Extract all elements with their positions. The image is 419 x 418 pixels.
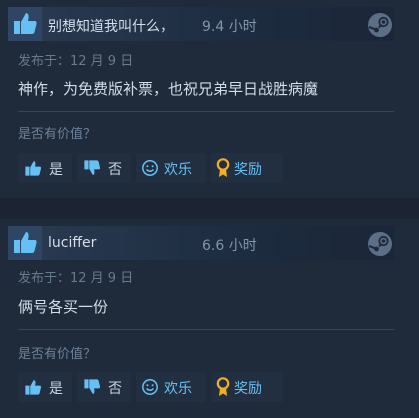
recommended-badge: [8, 7, 42, 41]
reviewer-name[interactable]: luciffer: [48, 235, 96, 251]
steam-logo-icon: [368, 13, 392, 37]
vote-no-label: 否: [108, 162, 122, 178]
steam-logo-icon: [368, 232, 392, 256]
vote-yes-label: 是: [49, 381, 63, 397]
award-button[interactable]: 奖励: [211, 372, 283, 402]
vote-no-button[interactable]: 否: [77, 372, 131, 402]
review-header[interactable]: luciffer 6.6 小时: [8, 226, 394, 260]
review-header[interactable]: 别想知道我叫什么， 9.4 小时: [8, 7, 394, 41]
award-icon: [216, 377, 230, 396]
playtime-hours: 6.6 小时: [202, 238, 257, 254]
vote-funny-button[interactable]: 欢乐: [136, 372, 206, 402]
vote-no-label: 否: [108, 381, 122, 397]
post-date: 发布于：12 月 9 日: [18, 271, 134, 286]
review-card: 别想知道我叫什么， 9.4 小时 发布于：12 月 9 日 神作，为免费版补票，…: [0, 0, 419, 198]
reviews-page: 别想知道我叫什么， 9.4 小时 发布于：12 月 9 日 神作，为免费版补票，…: [0, 0, 419, 418]
thumbs-up-icon: [25, 161, 42, 176]
divider: [18, 329, 394, 330]
smiley-icon: [142, 379, 158, 395]
thumbs-up-icon: [14, 13, 37, 34]
review-body: 俩号各买一份: [18, 298, 109, 316]
vote-yes-label: 是: [49, 162, 63, 178]
vote-funny-button[interactable]: 欢乐: [136, 153, 206, 183]
divider: [18, 111, 394, 112]
award-button[interactable]: 奖励: [211, 153, 283, 183]
award-label: 奖励: [234, 162, 262, 178]
thumbs-down-icon: [84, 160, 101, 175]
reviewer-name[interactable]: 别想知道我叫什么，: [48, 16, 174, 36]
thumbs-up-icon: [14, 232, 37, 253]
award-label: 奖励: [234, 381, 262, 397]
vote-funny-label: 欢乐: [164, 381, 192, 397]
helpful-prompt: 是否有价值？: [18, 127, 97, 142]
award-icon: [216, 158, 230, 177]
vote-row: 是 否 欢乐 奖励: [18, 372, 398, 402]
post-date: 发布于：12 月 9 日: [18, 54, 134, 69]
playtime-hours: 9.4 小时: [202, 19, 257, 35]
review-body: 神作，为免费版补票，也祝兄弟早日战胜病魔: [18, 80, 319, 98]
vote-no-button[interactable]: 否: [77, 153, 131, 183]
vote-row: 是 否 欢乐 奖励: [18, 153, 398, 183]
smiley-icon: [142, 160, 158, 176]
review-card: luciffer 6.6 小时 发布于：12 月 9 日 俩号各买一份 是否有价…: [0, 219, 419, 418]
thumbs-down-icon: [84, 379, 101, 394]
recommended-badge: [8, 226, 42, 260]
vote-yes-button[interactable]: 是: [18, 153, 72, 183]
vote-yes-button[interactable]: 是: [18, 372, 72, 402]
vote-funny-label: 欢乐: [164, 162, 192, 178]
helpful-prompt: 是否有价值？: [18, 347, 97, 362]
thumbs-up-icon: [25, 380, 42, 395]
